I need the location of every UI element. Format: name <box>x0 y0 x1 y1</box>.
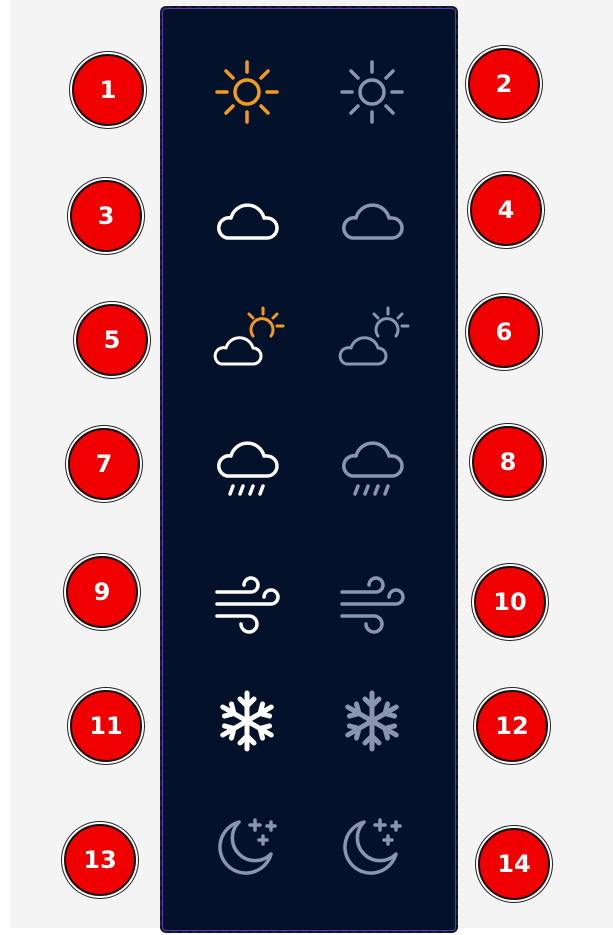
badge-11: 11 <box>70 690 142 762</box>
badge-10: 10 <box>474 566 546 638</box>
badge-4: 4 <box>470 174 542 246</box>
cloud-white-icon[interactable] <box>209 180 285 256</box>
badge-6: 6 <box>468 296 540 368</box>
badge-2: 2 <box>468 48 540 120</box>
moon-stars-gray-icon[interactable] <box>334 808 410 884</box>
cloud-gray-icon[interactable] <box>334 180 410 256</box>
rain-gray-icon[interactable] <box>334 428 410 504</box>
icon-panel <box>160 6 458 933</box>
moon-stars-gray-icon[interactable] <box>209 808 285 884</box>
partly-cloudy-white-icon[interactable] <box>209 300 285 376</box>
badge-9: 9 <box>66 556 138 628</box>
snowflake-gray-icon[interactable] <box>334 683 410 759</box>
sun-gray-icon[interactable] <box>334 54 410 130</box>
badge-14: 14 <box>478 828 550 900</box>
badge-1: 1 <box>72 54 144 126</box>
wind-gray-icon[interactable] <box>334 562 410 638</box>
wind-white-icon[interactable] <box>209 562 285 638</box>
sun-orange-icon[interactable] <box>209 54 285 130</box>
badge-13: 13 <box>64 824 136 896</box>
partly-cloudy-gray-icon[interactable] <box>334 300 410 376</box>
badge-3: 3 <box>70 180 142 252</box>
rain-white-icon[interactable] <box>209 428 285 504</box>
badge-12: 12 <box>476 690 548 762</box>
snowflake-white-icon[interactable] <box>209 683 285 759</box>
badge-5: 5 <box>76 304 148 376</box>
badge-8: 8 <box>472 426 544 498</box>
badge-7: 7 <box>68 428 140 500</box>
